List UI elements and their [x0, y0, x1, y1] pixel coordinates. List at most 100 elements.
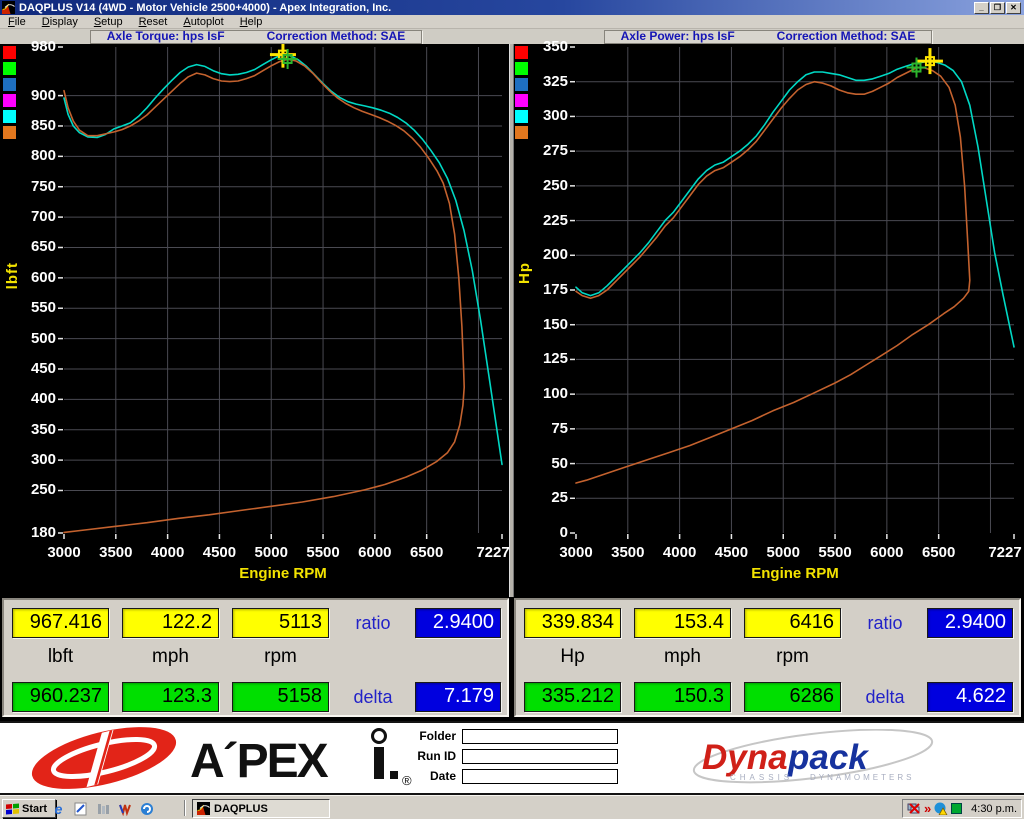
menu-file[interactable]: File	[0, 15, 34, 29]
power-correction: Correction Method: SAE	[777, 30, 916, 43]
apex-i-dot	[373, 730, 386, 743]
power-cursor-rpm: 6416	[744, 608, 841, 638]
dynapack-sub-chassis: CHASSIS	[730, 773, 793, 782]
activity-icon[interactable]	[951, 803, 962, 814]
media-icon[interactable]	[116, 800, 133, 817]
apex-i-stem	[374, 747, 384, 779]
start-label: Start	[22, 803, 47, 815]
torque-cursor2-value: 960.237	[12, 682, 109, 712]
y-tick-label: 75	[514, 421, 568, 437]
y-tick-label: 700	[2, 209, 56, 225]
system-tray: » 4:30 p.m.	[902, 799, 1022, 818]
ratio-value: 2.9400	[415, 608, 501, 638]
y-axis-label: Hp	[516, 262, 533, 284]
menu-autoplot[interactable]: Autoplot	[175, 15, 231, 29]
power-cursor-speed: 153.4	[634, 608, 731, 638]
delta-value: 4.622	[927, 682, 1013, 712]
daqplus-window: DAQPLUS V14 (4WD - Motor Vehicle 2500+40…	[0, 0, 1024, 819]
power-title: Axle Power: hps IsF	[621, 30, 735, 43]
y-tick-label: 100	[514, 386, 568, 402]
apex-wordmark: A´PEX	[190, 735, 329, 788]
dynapack-blue-text: pack	[787, 738, 869, 777]
task-button-label: DAQPLUS	[214, 803, 268, 815]
delta-value: 7.179	[415, 682, 501, 712]
y-tick-label: 275	[514, 143, 568, 159]
y-tick-label: 200	[514, 247, 568, 263]
run-id-input[interactable]	[462, 749, 618, 764]
date-label: Date	[400, 769, 456, 784]
document-pencil-icon[interactable]	[72, 800, 89, 817]
torque-correction: Correction Method: SAE	[267, 30, 406, 43]
x-tick-label: 6000	[862, 545, 912, 561]
torque-cursor-value: 967.416	[12, 608, 109, 638]
x-tick-label: 4500	[706, 545, 756, 561]
power-cursor2-value: 335.212	[524, 682, 621, 712]
speed-unit: mph	[634, 646, 731, 668]
messenger-icon[interactable]	[138, 800, 155, 817]
x-tick-label: 4500	[194, 545, 244, 561]
ratio-value: 2.9400	[927, 608, 1013, 638]
folder-input[interactable]	[462, 729, 618, 744]
dynapack-red-text: Dyna	[702, 738, 788, 777]
y-tick-label: 650	[2, 239, 56, 255]
start-button[interactable]: Start	[2, 799, 56, 818]
close-button[interactable]: ✕	[1006, 2, 1021, 14]
torque-chart-panel: 9809008508007507006506005505004504003503…	[0, 44, 512, 597]
minimize-button[interactable]: _	[974, 2, 989, 14]
x-tick-label: 6000	[350, 545, 400, 561]
x-tick-label: 4000	[143, 545, 193, 561]
power-unit: Hp	[524, 646, 621, 668]
torque-plot[interactable]	[0, 44, 512, 597]
power-cursor2-speed: 150.3	[634, 682, 731, 712]
x-axis-label: Engine RPM	[725, 565, 865, 582]
menubar: File Display Setup Reset Autoplot Help	[0, 15, 1024, 29]
menu-reset[interactable]: Reset	[131, 15, 176, 29]
delta-label: delta	[340, 687, 406, 708]
y-tick-label: 900	[2, 88, 56, 104]
daqplus-task-button[interactable]: DAQPLUS	[192, 799, 330, 818]
footer: A´PEX ® Folder Run ID Date Dyna pack CHA…	[0, 721, 1024, 795]
power-cursor2-rpm: 6286	[744, 682, 841, 712]
apex-period	[390, 771, 398, 779]
speed-unit: mph	[122, 646, 219, 668]
chart-region: 9809008508007507006506005505004504003503…	[0, 44, 1024, 597]
run-id-label: Run ID	[400, 749, 456, 764]
menu-display[interactable]: Display	[34, 15, 86, 29]
fast-forward-icon[interactable]: »	[924, 802, 931, 815]
y-axis-label: lbft	[4, 262, 21, 289]
y-tick-label: 350	[514, 39, 568, 55]
window-title: DAQPLUS V14 (4WD - Motor Vehicle 2500+40…	[19, 2, 974, 14]
y-tick-label: 250	[2, 482, 56, 498]
apexi-logo: A´PEX ®	[22, 727, 422, 789]
x-axis-label: Engine RPM	[213, 565, 353, 582]
y-tick-label: 750	[2, 179, 56, 195]
y-tick-label: 250	[514, 178, 568, 194]
ie-icon[interactable]: e	[50, 800, 67, 817]
x-tick-label: 5000	[758, 545, 808, 561]
dynapack-sub-dynos: DYNAMOMETERS	[810, 773, 914, 782]
daqplus-app-icon	[197, 802, 210, 815]
list-icon[interactable]	[94, 800, 111, 817]
menu-help[interactable]: Help	[232, 15, 271, 29]
torque-cursor2-speed: 123.3	[122, 682, 219, 712]
x-tick-label: 5500	[298, 545, 348, 561]
y-tick-label: 800	[2, 148, 56, 164]
x-tick-label: 3000	[551, 545, 601, 561]
x-tick-label: 3000	[39, 545, 89, 561]
y-tick-label: 175	[514, 282, 568, 298]
network-error-icon[interactable]	[907, 802, 921, 815]
restore-button[interactable]: ❐	[990, 2, 1005, 14]
y-tick-label: 300	[514, 108, 568, 124]
ratio-label: ratio	[340, 613, 406, 634]
y-tick-label: 180	[2, 525, 56, 541]
torque-cursor2-rpm: 5158	[232, 682, 329, 712]
power-readout-panel: 339.834 153.4 6416 ratio 2.9400 Hp mph r…	[514, 598, 1021, 717]
y-tick-label: 550	[2, 300, 56, 316]
rpm-unit: rpm	[232, 646, 329, 668]
torque-chart-header: Axle Torque: hps IsF Correction Method: …	[90, 30, 422, 44]
y-tick-label: 850	[2, 118, 56, 134]
update-warning-icon[interactable]	[934, 802, 948, 815]
power-plot[interactable]	[512, 44, 1024, 597]
date-input[interactable]	[462, 769, 618, 784]
menu-setup[interactable]: Setup	[86, 15, 131, 29]
